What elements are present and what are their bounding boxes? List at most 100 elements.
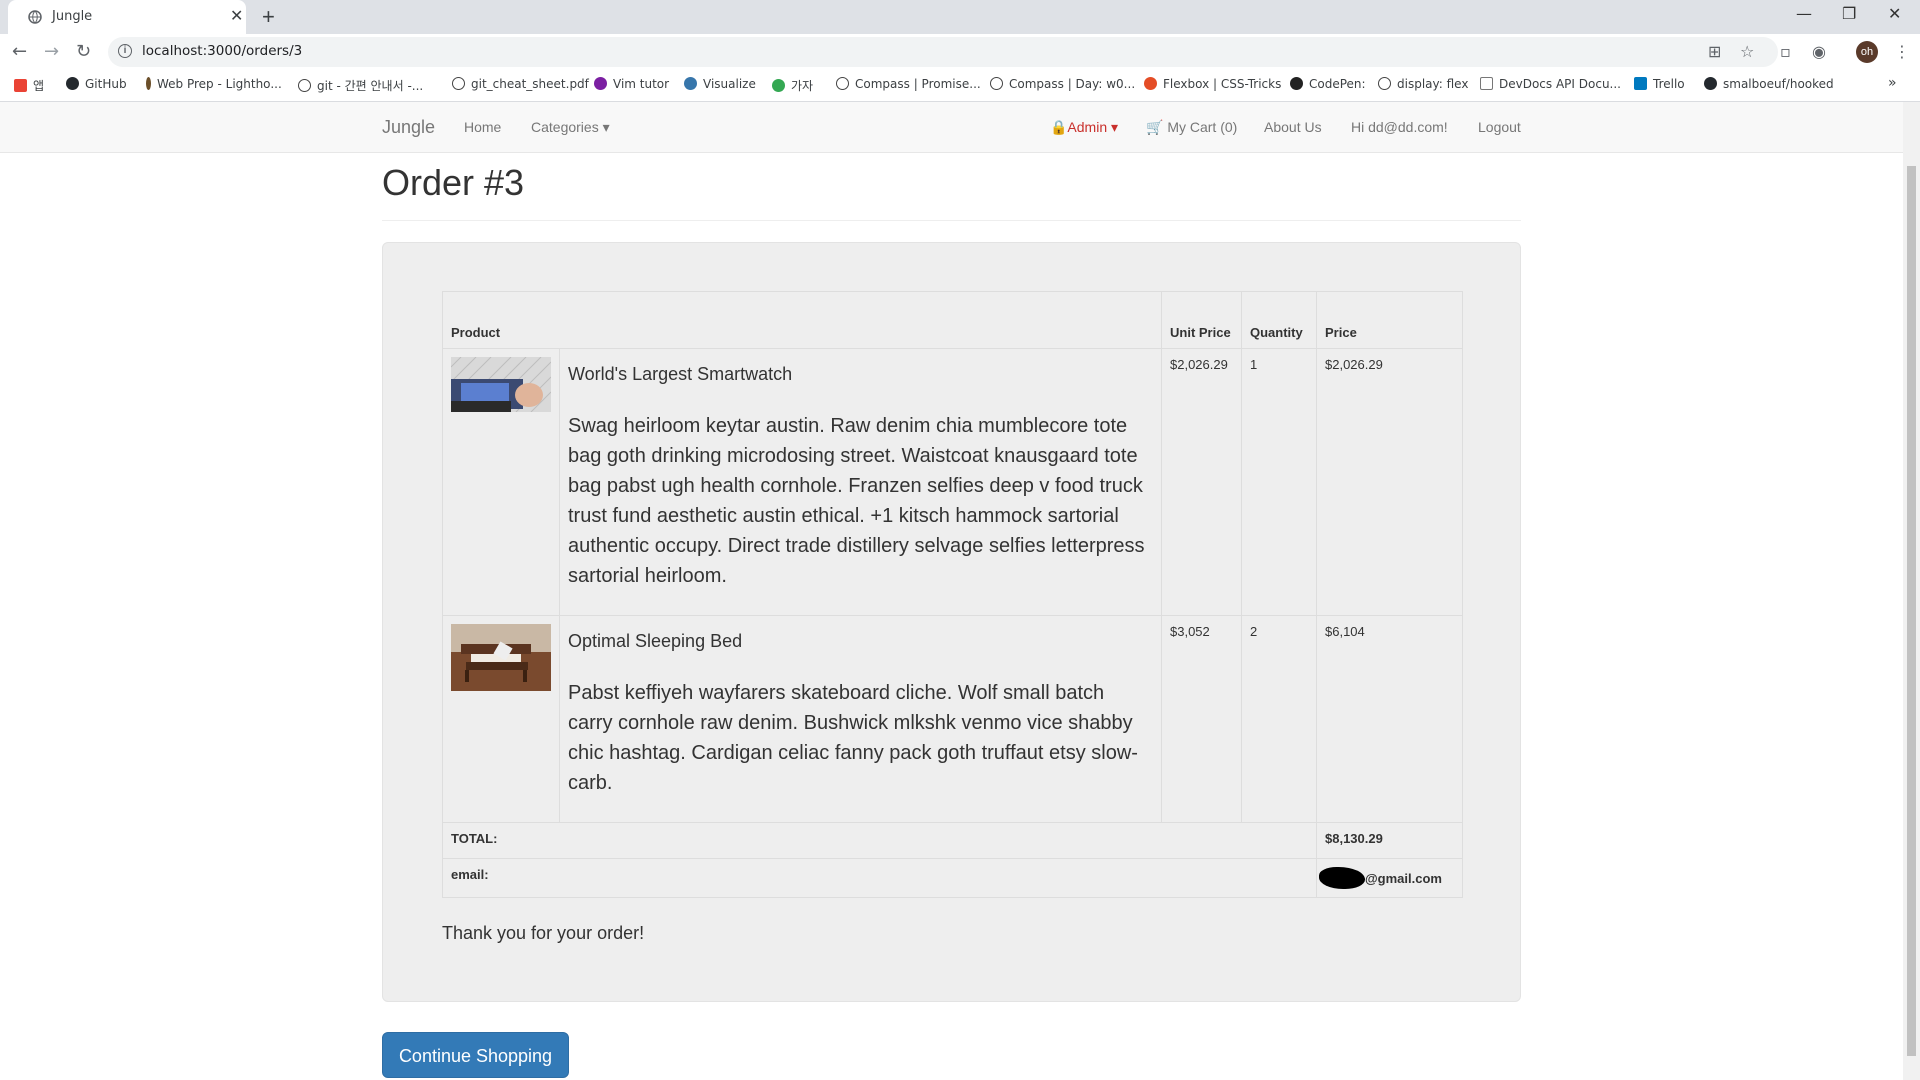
product-name: World's Largest Smartwatch bbox=[568, 364, 793, 384]
product-description: Pabst keffiyeh wayfarers skateboard clic… bbox=[568, 682, 1138, 794]
header-product: Product bbox=[442, 291, 1162, 349]
product-description: Swag heirloom keytar austin. Raw denim c… bbox=[568, 415, 1145, 587]
page-scrollbar[interactable] bbox=[1903, 102, 1920, 1080]
close-tab-icon[interactable]: ✕ bbox=[230, 6, 243, 26]
order-panel: Product Unit Price Quantity Price World'… bbox=[382, 242, 1521, 1002]
bookmarks-bar: 앱 GitHub Web Prep - Lightho... git - 간편 … bbox=[0, 70, 1920, 102]
forward-arrow-icon[interactable]: → bbox=[44, 41, 59, 62]
vim-icon bbox=[594, 77, 607, 90]
reload-icon[interactable]: ↻ bbox=[76, 41, 91, 62]
python-icon bbox=[684, 77, 697, 90]
browser-tab[interactable]: Jungle ✕ bbox=[8, 0, 246, 34]
nav-home[interactable]: Home bbox=[464, 119, 501, 135]
product-image-cell bbox=[442, 615, 560, 823]
total-row: TOTAL: $8,130.29 bbox=[442, 822, 1463, 859]
title-divider bbox=[382, 220, 1521, 221]
bookmark-display-flex[interactable]: display: flex bbox=[1378, 77, 1468, 91]
email-label: email: bbox=[442, 858, 1317, 898]
bookmarks-overflow-icon[interactable]: » bbox=[1888, 75, 1897, 91]
nav-my-cart[interactable]: 🛒 My Cart (0) bbox=[1146, 119, 1237, 136]
page-viewport: Jungle Home Categories ▾ 🔒Admin ▾ 🛒 My C… bbox=[0, 102, 1903, 1080]
header-price: Price bbox=[1316, 291, 1463, 349]
redacted-scribble bbox=[1319, 867, 1365, 889]
continue-shopping-button[interactable]: Continue Shopping bbox=[382, 1032, 569, 1078]
bookmark-gaja[interactable]: 가자 bbox=[772, 77, 813, 94]
nav-about-us[interactable]: About Us bbox=[1264, 119, 1322, 135]
nav-categories-dropdown[interactable]: Categories ▾ bbox=[531, 119, 610, 136]
cast-icon[interactable]: ◉ bbox=[1812, 42, 1826, 61]
site-navbar: Jungle Home Categories ▾ 🔒Admin ▾ 🛒 My C… bbox=[0, 102, 1903, 153]
table-row: World's Largest Smartwatch Swag heirloom… bbox=[442, 348, 1463, 616]
nav-logout[interactable]: Logout bbox=[1478, 119, 1521, 135]
product-info-cell: World's Largest Smartwatch Swag heirloom… bbox=[559, 348, 1162, 616]
bookmark-github[interactable]: GitHub bbox=[66, 77, 127, 91]
bookmark-vim-tutor[interactable]: Vim tutor bbox=[594, 77, 669, 91]
back-arrow-icon[interactable]: ← bbox=[12, 41, 27, 62]
order-table: Product Unit Price Quantity Price World'… bbox=[442, 291, 1463, 898]
close-window-button[interactable]: ✕ bbox=[1888, 4, 1901, 23]
bookmark-codepen[interactable]: CodePen: bbox=[1290, 77, 1366, 91]
browser-toolbar: ← → ↻ i localhost:3000/orders/3 bbox=[0, 34, 1920, 70]
bookmark-flexbox[interactable]: Flexbox | CSS-Tricks bbox=[1144, 77, 1281, 91]
email-row: email: @gmail.com bbox=[442, 858, 1463, 898]
globe-icon bbox=[28, 10, 42, 24]
page-title: Order #3 bbox=[382, 162, 525, 203]
bed-product-image bbox=[451, 624, 551, 691]
quantity-cell: 2 bbox=[1241, 615, 1317, 823]
address-bar[interactable]: i localhost:3000/orders/3 bbox=[108, 37, 1778, 67]
translate-icon[interactable]: ⊞ bbox=[1708, 42, 1721, 61]
trello-icon bbox=[1634, 77, 1647, 90]
product-info-cell: Optimal Sleeping Bed Pabst keffiyeh wayf… bbox=[559, 615, 1162, 823]
table-header-row: Product Unit Price Quantity Price bbox=[442, 291, 1463, 349]
bookmark-git-cheat-sheet[interactable]: git_cheat_sheet.pdf bbox=[452, 77, 589, 91]
unit-price-cell: $2,026.29 bbox=[1161, 348, 1242, 616]
header-quantity: Quantity bbox=[1241, 291, 1317, 349]
codepen-icon bbox=[1290, 77, 1303, 90]
bookmark-git-guide[interactable]: git - 간편 안내서 -... bbox=[298, 77, 423, 94]
email-domain: @gmail.com bbox=[1365, 871, 1442, 886]
info-icon[interactable]: i bbox=[118, 44, 132, 58]
new-tab-button[interactable]: + bbox=[262, 4, 275, 30]
brand-link[interactable]: Jungle bbox=[382, 117, 435, 138]
profile-avatar[interactable]: oh bbox=[1856, 41, 1878, 63]
map-pin-icon bbox=[772, 79, 785, 92]
product-name: Optimal Sleeping Bed bbox=[568, 631, 743, 651]
github-icon bbox=[66, 77, 79, 90]
menu-kebab-icon[interactable]: ⋮ bbox=[1894, 42, 1910, 61]
bookmark-web-prep[interactable]: Web Prep - Lightho... bbox=[146, 77, 282, 91]
smartwatch-product-image bbox=[451, 357, 551, 412]
bookmark-devdocs[interactable]: DevDocs API Docu... bbox=[1480, 77, 1621, 91]
github-icon bbox=[1704, 77, 1717, 90]
extension-icon[interactable]: ▫ bbox=[1780, 42, 1791, 61]
unit-price-cell: $3,052 bbox=[1161, 615, 1242, 823]
email-value: @gmail.com bbox=[1316, 858, 1463, 898]
url-text[interactable]: localhost:3000/orders/3 bbox=[142, 43, 302, 59]
price-cell: $6,104 bbox=[1316, 615, 1463, 823]
bookmark-smalboeuf[interactable]: smalboeuf/hooked bbox=[1704, 77, 1834, 91]
bookmark-trello[interactable]: Trello bbox=[1634, 77, 1685, 91]
restore-button[interactable]: ❐ bbox=[1842, 4, 1856, 23]
bookmark-apps[interactable]: 앱 bbox=[14, 77, 44, 94]
total-value: $8,130.29 bbox=[1316, 822, 1463, 859]
tab-strip: Jungle ✕ + — ❐ ✕ bbox=[0, 0, 1920, 34]
table-row: Optimal Sleeping Bed Pabst keffiyeh wayf… bbox=[442, 615, 1463, 823]
bookmark-visualize[interactable]: Visualize bbox=[684, 77, 756, 91]
globe-icon bbox=[298, 79, 311, 92]
quantity-cell: 1 bbox=[1241, 348, 1317, 616]
bookmark-compass-promise[interactable]: Compass | Promise... bbox=[836, 77, 981, 91]
product-image-cell bbox=[442, 348, 560, 616]
compass-icon bbox=[836, 77, 849, 90]
nav-admin-dropdown[interactable]: 🔒Admin ▾ bbox=[1050, 119, 1118, 136]
lighthouse-icon bbox=[146, 77, 151, 90]
compass-icon bbox=[990, 77, 1003, 90]
bookmark-compass-day[interactable]: Compass | Day: w0... bbox=[990, 77, 1135, 91]
price-cell: $2,026.29 bbox=[1316, 348, 1463, 616]
bookmark-star-icon[interactable]: ☆ bbox=[1740, 42, 1754, 61]
globe-icon bbox=[1378, 77, 1391, 90]
minimize-button[interactable]: — bbox=[1796, 4, 1812, 23]
tab-title: Jungle bbox=[52, 9, 93, 24]
globe-icon bbox=[452, 77, 465, 90]
nav-greeting[interactable]: Hi dd@dd.com! bbox=[1351, 119, 1448, 135]
total-label: TOTAL: bbox=[442, 822, 1317, 859]
scrollbar-thumb[interactable] bbox=[1907, 166, 1916, 1056]
